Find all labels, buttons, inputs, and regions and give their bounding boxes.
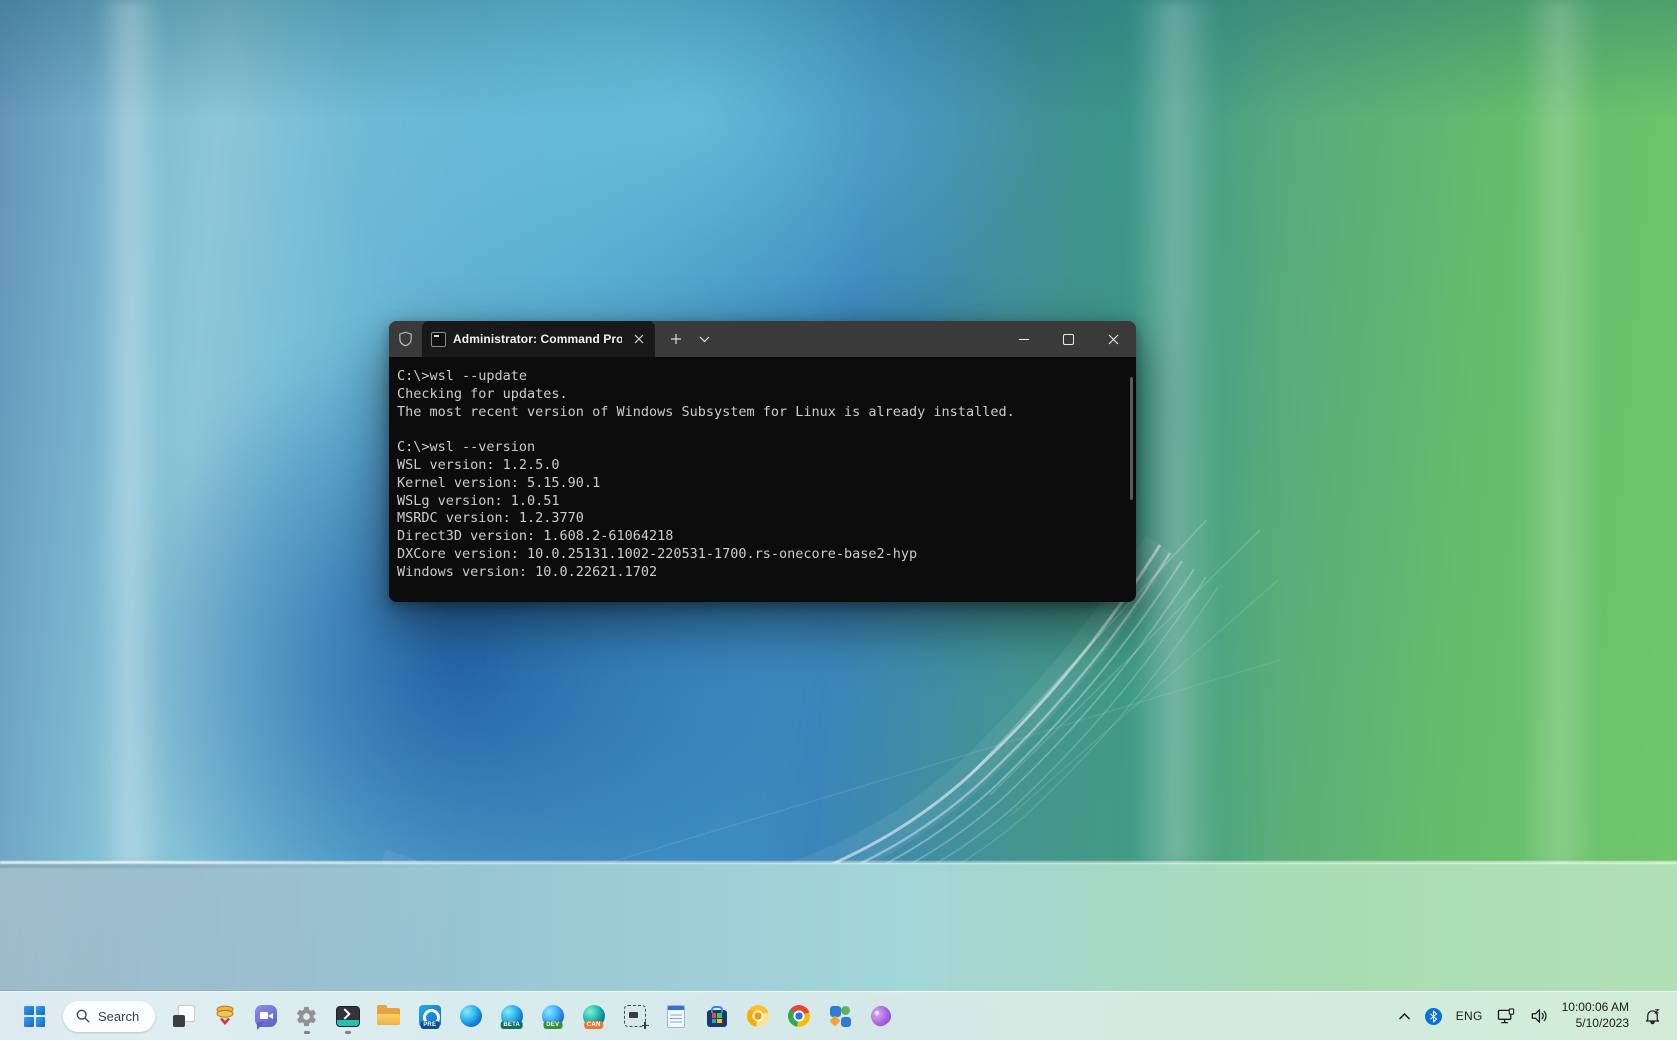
outlook-button[interactable]: PRE <box>410 996 450 1036</box>
snipping-tool-button[interactable] <box>615 996 655 1036</box>
outlook-pre-badge: PRE <box>420 1021 439 1029</box>
terminal-window[interactable]: Administrator: Command Pro C:\>wsl --upd… <box>389 321 1136 602</box>
gear-icon <box>295 1005 318 1028</box>
chrome-canary-icon <box>747 1005 769 1027</box>
edge-beta-button[interactable]: BETA <box>492 996 532 1036</box>
terminal-line: The most recent version of Windows Subsy… <box>397 404 1128 422</box>
volume-button[interactable] <box>1525 996 1553 1036</box>
purple-app-icon <box>868 1004 892 1028</box>
folder-icon <box>377 1008 400 1025</box>
admin-shield-icon <box>389 321 422 357</box>
terminal-line: WSL version: 1.2.5.0 <box>397 457 1128 475</box>
tray-time: 10:00:06 AM <box>1562 1000 1629 1016</box>
chrome-canary-button[interactable] <box>738 996 778 1036</box>
terminal-line: WSLg version: 1.0.51 <box>397 493 1128 511</box>
terminal-line: C:\>wsl --update <box>397 368 1128 386</box>
edge-button[interactable] <box>451 996 491 1036</box>
edge-dev-icon: DEV <box>542 1005 564 1027</box>
task-view-icon <box>173 1005 195 1027</box>
search-icon <box>76 1009 90 1023</box>
network-button[interactable] <box>1492 996 1521 1036</box>
notification-bell-button[interactable] <box>1638 996 1667 1036</box>
snipping-tool-icon <box>624 1005 646 1027</box>
edge-canary-badge: CAN <box>584 1021 604 1029</box>
terminal-line: DXCore version: 10.0.25131.1002-220531-1… <box>397 546 1128 564</box>
store-icon <box>707 1010 727 1027</box>
cmd-icon <box>431 332 446 347</box>
bluetooth-icon <box>1425 1008 1442 1025</box>
chrome-button[interactable] <box>779 996 819 1036</box>
edge-canary-icon: CAN <box>583 1005 605 1027</box>
wallpaper-light-streak <box>1520 0 1600 865</box>
desktop: Administrator: Command Pro C:\>wsl --upd… <box>0 0 1677 1040</box>
chevron-up-icon <box>1398 1012 1411 1021</box>
wallpaper-floor-streak <box>0 868 760 990</box>
notepad-button[interactable] <box>656 996 696 1036</box>
chat-icon <box>255 1005 277 1027</box>
settings-button[interactable] <box>287 996 327 1036</box>
tray-date: 5/10/2023 <box>1562 1016 1629 1032</box>
purple-app-button[interactable] <box>861 996 901 1036</box>
tab-title: Administrator: Command Pro <box>453 332 622 346</box>
edge-beta-icon: BETA <box>501 1005 523 1027</box>
terminal-line: C:\>wsl --version <box>397 439 1128 457</box>
file-explorer-button[interactable] <box>369 996 409 1036</box>
language-indicator[interactable]: ENG <box>1451 996 1488 1036</box>
wallpaper-light-streak <box>95 0 165 865</box>
terminal-line: Windows version: 10.0.22621.1702 <box>397 564 1128 582</box>
windows-logo-icon <box>24 1006 45 1027</box>
running-indicator <box>304 1031 310 1034</box>
windows-terminal-icon <box>336 1006 360 1027</box>
notepad-icon <box>667 1005 685 1028</box>
terminal-lines: C:\>wsl --updateChecking for updates.The… <box>397 368 1128 582</box>
tab-dropdown-button[interactable] <box>691 321 717 357</box>
tray-chevron-button[interactable] <box>1393 996 1416 1036</box>
chrome-icon <box>788 1005 810 1027</box>
speaker-icon <box>1530 1008 1548 1024</box>
edge-icon <box>460 1005 482 1027</box>
maximize-button[interactable] <box>1046 321 1091 357</box>
running-indicator <box>345 1031 351 1034</box>
search-label: Search <box>98 1009 139 1024</box>
clock[interactable]: 10:00:06 AM 5/10/2023 <box>1557 996 1634 1036</box>
dev-home-icon <box>829 1005 851 1027</box>
edge-canary-button[interactable]: CAN <box>574 996 614 1036</box>
terminal-tab[interactable]: Administrator: Command Pro <box>422 321 655 357</box>
terminal-line: Kernel version: 5.15.90.1 <box>397 475 1128 493</box>
search-box[interactable]: Search <box>63 1001 155 1032</box>
terminal-line: MSRDC version: 1.2.3770 <box>397 510 1128 528</box>
microsoft-store-button[interactable] <box>697 996 737 1036</box>
terminal-line <box>397 421 1128 439</box>
dev-home-button[interactable] <box>820 996 860 1036</box>
tab-close-icon[interactable] <box>629 329 649 349</box>
coins-app-button[interactable] <box>205 996 245 1036</box>
terminal-line: Checking for updates. <box>397 386 1128 404</box>
bell-dnd-icon <box>1643 1007 1662 1026</box>
terminal-line: Direct3D version: 1.608.2-61064218 <box>397 528 1128 546</box>
windows-terminal-button[interactable] <box>328 996 368 1036</box>
taskbar: Search <box>0 991 1677 1040</box>
edge-beta-badge: BETA <box>500 1021 523 1029</box>
chat-button[interactable] <box>246 996 286 1036</box>
terminal-scrollbar[interactable] <box>1130 377 1133 500</box>
wallpaper-cyan-glow <box>330 0 1050 370</box>
edge-dev-badge: DEV <box>543 1021 562 1029</box>
close-button[interactable] <box>1091 321 1136 357</box>
wallpaper-horizon-line <box>0 861 1677 864</box>
terminal-content[interactable]: C:\>wsl --updateChecking for updates.The… <box>389 357 1136 602</box>
network-icon <box>1497 1008 1516 1025</box>
new-tab-button[interactable] <box>661 321 691 357</box>
start-button[interactable] <box>15 996 55 1036</box>
bluetooth-button[interactable] <box>1420 996 1447 1036</box>
minimize-button[interactable] <box>1001 321 1046 357</box>
terminal-titlebar[interactable]: Administrator: Command Pro <box>389 321 1136 357</box>
task-view-button[interactable] <box>164 996 204 1036</box>
edge-dev-button[interactable]: DEV <box>533 996 573 1036</box>
coins-arrow-icon <box>214 1005 236 1027</box>
outlook-icon: PRE <box>419 1005 441 1027</box>
